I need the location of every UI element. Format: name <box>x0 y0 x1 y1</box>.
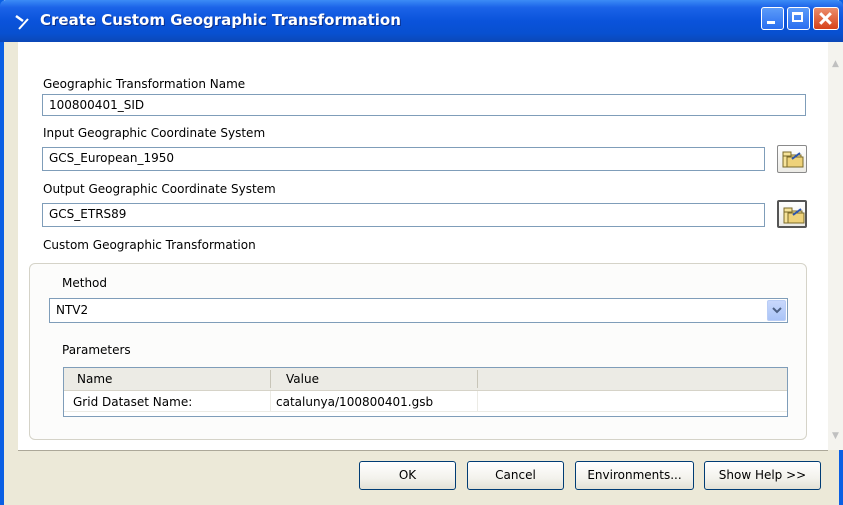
output-gcs-label: Output Geographic Coordinate System <box>43 182 276 196</box>
hammer-icon <box>15 14 29 30</box>
column-divider[interactable] <box>270 370 271 388</box>
table-row[interactable]: Grid Dataset Name: catalunya/100800401.g… <box>64 391 787 412</box>
table-header: Name Value <box>64 368 787 391</box>
column-divider[interactable] <box>477 370 478 388</box>
input-gcs-input[interactable]: GCS_European_1950 <box>42 147 765 171</box>
cancel-button[interactable]: Cancel <box>467 461 564 490</box>
parameters-label: Parameters <box>62 343 131 357</box>
show-help-button[interactable]: Show Help >> <box>704 461 821 490</box>
parameters-table: Name Value Grid Dataset Name: catalunya/… <box>63 367 788 417</box>
vertical-scrollbar[interactable]: ▲ ▼ <box>828 42 843 450</box>
grid-dataset-value-cell[interactable]: catalunya/100800401.gsb <box>276 395 433 409</box>
scroll-up-arrow-icon[interactable]: ▲ <box>828 56 843 72</box>
minimize-button[interactable] <box>761 7 784 30</box>
input-gcs-browse-button[interactable] <box>777 145 807 173</box>
method-select-value: NTV2 <box>56 303 89 317</box>
cell-divider <box>477 391 478 411</box>
maximize-button[interactable] <box>787 7 810 30</box>
ok-button[interactable]: OK <box>359 461 456 490</box>
environments-button[interactable]: Environments... <box>575 461 694 490</box>
open-folder-icon <box>783 207 805 224</box>
cell-divider <box>270 391 271 411</box>
column-header-value[interactable]: Value <box>286 372 319 386</box>
title-bar[interactable]: Create Custom Geographic Transformation <box>0 0 843 42</box>
custom-transformation-label: Custom Geographic Transformation <box>43 238 256 252</box>
output-gcs-input[interactable]: GCS_ETRS89 <box>42 203 765 227</box>
transformation-name-input[interactable]: 100800401_SID <box>42 94 806 116</box>
scroll-down-arrow-icon[interactable]: ▼ <box>828 428 843 444</box>
grid-dataset-name-cell: Grid Dataset Name: <box>73 395 193 409</box>
method-select[interactable]: NTV2 <box>49 298 788 323</box>
method-label: Method <box>62 276 108 290</box>
input-gcs-label: Input Geographic Coordinate System <box>43 126 266 140</box>
close-button[interactable] <box>813 7 839 30</box>
output-gcs-browse-button[interactable] <box>777 200 807 228</box>
column-header-name[interactable]: Name <box>77 372 112 386</box>
open-folder-icon <box>782 151 804 168</box>
footer-divider <box>18 450 828 451</box>
chevron-down-icon[interactable] <box>767 300 786 321</box>
window-title: Create Custom Geographic Transformation <box>40 11 401 29</box>
transformation-name-label: Geographic Transformation Name <box>43 77 246 91</box>
